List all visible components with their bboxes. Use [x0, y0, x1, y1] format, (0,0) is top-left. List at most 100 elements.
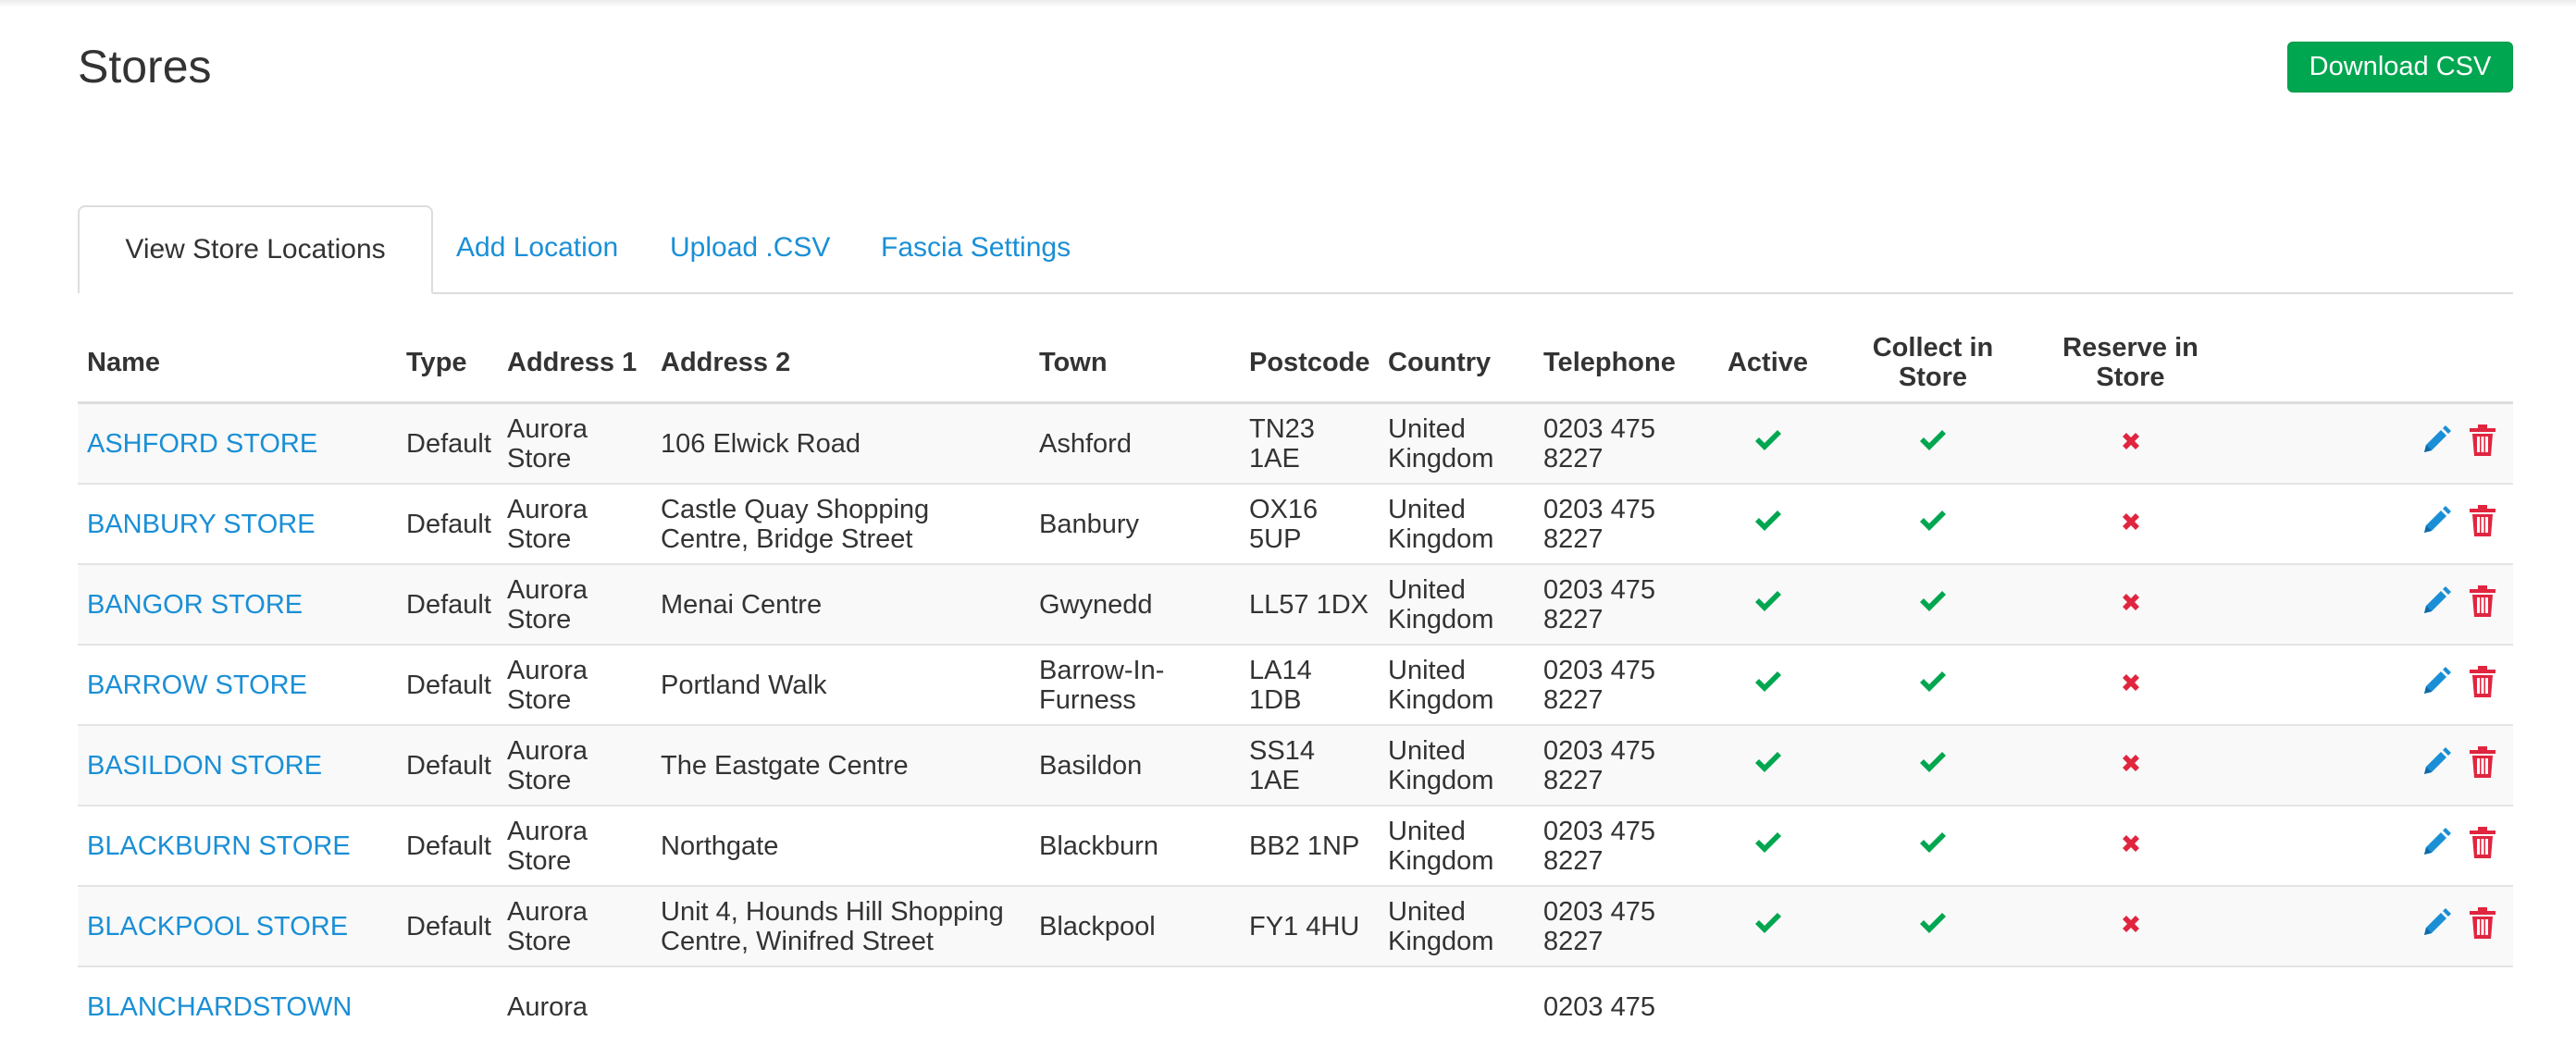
cell-reserve: [2029, 645, 2232, 725]
tab-bar: View Store Locations Add Location Upload…: [78, 205, 2513, 294]
col-reserve-header[interactable]: Reserve in Store: [2029, 324, 2232, 403]
table-row: BARROW STOREDefaultAurora StorePortland …: [78, 645, 2513, 725]
col-address2-header[interactable]: Address 2: [651, 324, 1030, 403]
cell-address1: Aurora: [498, 966, 651, 1046]
check-icon: [1753, 670, 1783, 700]
edit-pencil-icon[interactable]: [2421, 425, 2452, 462]
cell-active: [1699, 564, 1837, 645]
cell-address2: Portland Walk: [651, 645, 1030, 725]
cell-town: Blackburn: [1030, 806, 1240, 886]
cell-address2: Unit 4, Hounds Hill Shopping Centre, Win…: [651, 886, 1030, 966]
col-postcode-header[interactable]: Postcode: [1240, 324, 1379, 403]
col-actions-header: [2232, 324, 2513, 403]
check-icon: [1918, 911, 1948, 941]
cell-actions: [2232, 484, 2513, 564]
delete-trash-icon[interactable]: [2469, 505, 2496, 543]
delete-trash-icon[interactable]: [2469, 907, 2496, 945]
check-icon: [1753, 428, 1783, 459]
check-icon: [1753, 509, 1783, 539]
col-town-header[interactable]: Town: [1030, 324, 1240, 403]
cell-actions: [2232, 403, 2513, 485]
cross-icon: [2120, 751, 2142, 781]
cell-telephone: 0203 475 8227: [1534, 645, 1699, 725]
cell-actions: [2232, 725, 2513, 806]
store-name-link[interactable]: BLACKPOOL STORE: [87, 912, 348, 941]
cell-reserve: [2029, 725, 2232, 806]
edit-pencil-icon[interactable]: [2421, 585, 2452, 623]
stores-table: Name Type Address 1 Address 2 Town Postc…: [78, 324, 2513, 1046]
check-icon: [1753, 911, 1783, 941]
cell-active: [1699, 886, 1837, 966]
store-name-link[interactable]: BANGOR STORE: [87, 590, 303, 620]
cell-town: Ashford: [1030, 403, 1240, 485]
cell-address1: Aurora Store: [498, 564, 651, 645]
cell-actions: [2232, 645, 2513, 725]
store-name-link[interactable]: BARROW STORE: [87, 671, 307, 700]
table-header-row: Name Type Address 1 Address 2 Town Postc…: [78, 324, 2513, 403]
table-row: BANBURY STOREDefaultAurora StoreCastle Q…: [78, 484, 2513, 564]
col-type-header[interactable]: Type: [397, 324, 498, 403]
cell-active: [1699, 806, 1837, 886]
cell-country: [1379, 966, 1534, 1046]
cell-telephone: 0203 475 8227: [1534, 564, 1699, 645]
cell-type: Default: [397, 806, 498, 886]
cell-country: United Kingdom: [1379, 484, 1534, 564]
cell-telephone: 0203 475 8227: [1534, 725, 1699, 806]
store-name-link[interactable]: ASHFORD STORE: [87, 429, 317, 459]
col-name-header[interactable]: Name: [78, 324, 397, 403]
cell-type: Default: [397, 564, 498, 645]
cell-name: BLACKBURN STORE: [78, 806, 397, 886]
cell-address1: Aurora Store: [498, 484, 651, 564]
table-row: BANGOR STORE DefaultAurora StoreMenai Cen…: [78, 564, 2513, 645]
check-icon: [1918, 831, 1948, 861]
check-icon: [1753, 589, 1783, 620]
delete-trash-icon[interactable]: [2469, 425, 2496, 462]
cell-postcode: FY1 4HU: [1240, 886, 1379, 966]
cell-actions: [2232, 806, 2513, 886]
col-telephone-header[interactable]: Telephone: [1534, 324, 1699, 403]
cell-address2: 106 Elwick Road: [651, 403, 1030, 485]
tab-view-store-locations[interactable]: View Store Locations: [78, 205, 433, 294]
edit-pencil-icon[interactable]: [2421, 666, 2452, 704]
edit-pencil-icon[interactable]: [2421, 746, 2452, 784]
cell-town: Blackpool: [1030, 886, 1240, 966]
cell-active: [1699, 403, 1837, 485]
cell-address1: Aurora Store: [498, 806, 651, 886]
store-name-link[interactable]: BANBURY STORE: [87, 510, 316, 539]
cell-postcode: LA14 1DB: [1240, 645, 1379, 725]
col-country-header[interactable]: Country: [1379, 324, 1534, 403]
cell-name: BANGOR STORE: [78, 564, 397, 645]
col-active-header[interactable]: Active: [1699, 324, 1837, 403]
col-address1-header[interactable]: Address 1: [498, 324, 651, 403]
cell-type: Default: [397, 645, 498, 725]
delete-trash-icon[interactable]: [2469, 746, 2496, 784]
tab-add-location[interactable]: Add Location: [456, 205, 618, 292]
delete-trash-icon[interactable]: [2469, 585, 2496, 623]
store-name-link[interactable]: BASILDON STORE: [87, 751, 322, 781]
col-collect-header[interactable]: Collect in Store: [1837, 324, 2029, 403]
cell-town: Banbury: [1030, 484, 1240, 564]
cell-name: BASILDON STORE: [78, 725, 397, 806]
store-name-link[interactable]: BLANCHARDSTOWN: [87, 992, 352, 1022]
cell-reserve: [2029, 806, 2232, 886]
cell-name: ASHFORD STORE: [78, 403, 397, 485]
tab-upload-csv[interactable]: Upload .CSV: [670, 205, 830, 292]
cell-address1: Aurora Store: [498, 886, 651, 966]
cell-reserve: [2029, 966, 2232, 1046]
download-csv-button[interactable]: Download CSV: [2287, 42, 2513, 92]
edit-pencil-icon[interactable]: [2421, 505, 2452, 543]
delete-trash-icon[interactable]: [2469, 666, 2496, 704]
store-name-link[interactable]: BLACKBURN STORE: [87, 831, 351, 861]
cross-icon: [2120, 831, 2142, 861]
tab-fascia-settings[interactable]: Fascia Settings: [881, 205, 1071, 292]
cell-address2: Menai Centre: [651, 564, 1030, 645]
check-icon: [1918, 750, 1948, 781]
cell-country: United Kingdom: [1379, 564, 1534, 645]
table-body: ASHFORD STOREDefaultAurora Store106 Elwi…: [78, 403, 2513, 1046]
edit-pencil-icon[interactable]: [2421, 827, 2452, 865]
table-row: BLACKBURN STOREDefaultAurora StoreNorthg…: [78, 806, 2513, 886]
table-row: BASILDON STOREDefaultAurora StoreThe Eas…: [78, 725, 2513, 806]
edit-pencil-icon[interactable]: [2421, 907, 2452, 945]
delete-trash-icon[interactable]: [2469, 827, 2496, 865]
check-icon: [1918, 670, 1948, 700]
